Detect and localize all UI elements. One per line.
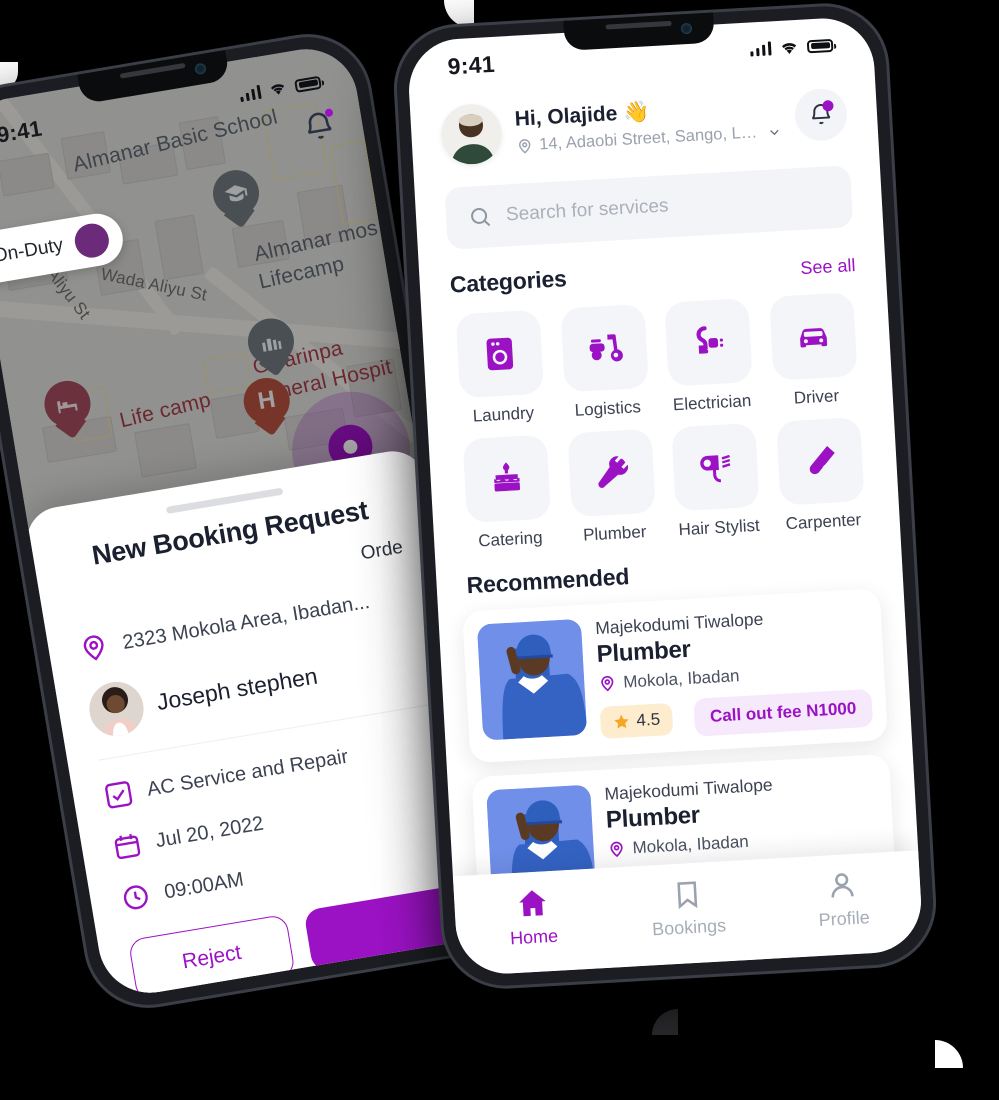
provider-meta: 4.5 Call out fee N1000 (599, 688, 874, 742)
front-camera (194, 62, 207, 76)
status-time: 9:41 (0, 115, 44, 148)
search-placeholder: Search for services (505, 195, 670, 226)
star-icon (614, 714, 629, 729)
search-icon (471, 207, 491, 227)
cellular-signal-icon (238, 84, 262, 103)
location-pin-icon (601, 675, 614, 692)
category-item-electrician[interactable]: Electrician (658, 298, 761, 416)
category-tile (455, 309, 545, 399)
notifications-button[interactable] (793, 87, 849, 143)
category-item-carpenter[interactable]: Carpenter (770, 417, 873, 535)
category-item-driver[interactable]: Driver (763, 292, 866, 410)
wrench-icon (598, 456, 628, 488)
category-label: Driver (793, 386, 840, 408)
mosque-pin[interactable] (244, 314, 299, 382)
hospital-pin[interactable]: H (240, 374, 295, 441)
notification-bell-icon[interactable] (300, 107, 339, 146)
category-item-hair-stylist[interactable]: Hair Stylist (665, 422, 768, 540)
category-tile (567, 428, 656, 518)
screenshot-stage: Almanar Basic School Almanar mos Lifecam… (0, 0, 999, 1100)
checkbox-icon (105, 781, 133, 809)
tab-bookings[interactable]: Bookings (610, 874, 767, 942)
tab-label: Profile (818, 907, 871, 931)
category-item-laundry[interactable]: Laundry (450, 309, 553, 427)
decorative-corner-shape (652, 1009, 678, 1035)
category-tile (560, 303, 649, 393)
category-item-plumber[interactable]: Plumber (561, 428, 664, 546)
location-pin-icon (519, 138, 531, 154)
chevron-down-icon (769, 129, 779, 135)
cake-icon (494, 462, 521, 492)
school-pin[interactable] (209, 166, 265, 234)
booking-date: Jul 20, 2022 (153, 811, 266, 852)
category-tile (462, 434, 552, 524)
status-icons (238, 75, 322, 103)
tab-profile[interactable]: Profile (765, 865, 922, 933)
rating-value: 4.5 (635, 709, 661, 730)
decorative-corner-shape (935, 1040, 963, 1068)
battery-icon (294, 75, 322, 93)
provider-photo (486, 784, 597, 877)
wifi-icon (781, 42, 797, 54)
provider-location: Mokola, Ibadan (622, 666, 740, 692)
category-tile (664, 298, 754, 387)
wave-icon: 👋 (622, 100, 651, 125)
battery-icon (806, 38, 834, 53)
avatar[interactable] (439, 102, 504, 166)
category-label: Electrician (672, 391, 752, 415)
status-badge: 4.5 (599, 702, 673, 739)
tab-label: Bookings (651, 915, 727, 940)
category-label: Laundry (472, 403, 535, 426)
calendar-icon (114, 833, 141, 860)
category-item-logistics[interactable]: Logistics (554, 303, 657, 422)
phone-mockup-right: 9:41 Hi, Olajide 👋 14, Adaobi Street, Sa… (393, 3, 937, 989)
tab-home[interactable]: Home (454, 882, 611, 952)
avatar (85, 677, 148, 741)
provider-info: Majekodumi Tiwalope Plumber Mokola, Ibad… (595, 603, 874, 742)
reject-button[interactable]: Reject (127, 913, 296, 1001)
list-item[interactable]: Majekodumi Tiwalope Plumber Mokola, Ibad… (462, 588, 888, 764)
washing-machine-icon (486, 337, 514, 371)
wifi-icon (270, 84, 285, 95)
scooter-icon (589, 334, 623, 362)
provider-location: Mokola, Ibadan (632, 831, 750, 858)
category-tile (768, 292, 858, 381)
right-phone-screen: 9:41 Hi, Olajide 👋 14, Adaobi Street, Sa… (406, 15, 924, 977)
provider-photo (476, 618, 588, 741)
recommended-list: Majekodumi Tiwalope Plumber Mokola, Ibad… (437, 575, 918, 877)
bookmark-icon (677, 881, 698, 910)
category-item-catering[interactable]: Catering (457, 434, 560, 552)
order-label: Orde (359, 536, 405, 565)
category-label: Logistics (574, 397, 642, 420)
on-duty-toggle-knob[interactable] (72, 221, 112, 261)
greeting-text: Hi, Olajide (514, 102, 618, 131)
home-icon (518, 890, 546, 917)
location-pin-icon (83, 635, 104, 661)
categories-grid: Laundry Logistics Electrician Driver Cat… (421, 274, 900, 554)
tab-label: Home (509, 925, 559, 949)
person-icon (831, 873, 855, 898)
plug-icon (696, 326, 724, 354)
saw-icon (809, 446, 835, 475)
on-duty-label: On-Duty (0, 234, 65, 267)
booking-service: AC Service and Repair (145, 745, 350, 801)
cellular-signal-icon (749, 41, 772, 57)
category-tile (775, 417, 865, 506)
sheet-grabber[interactable] (165, 487, 284, 514)
hotel-pin[interactable] (40, 377, 96, 444)
category-tile (671, 422, 760, 512)
status-time: 9:41 (446, 50, 496, 79)
call-out-fee-badge: Call out fee N1000 (693, 688, 874, 737)
hairdryer-icon (700, 454, 731, 483)
decorative-corner-shape (444, 0, 474, 28)
greeting-block: Hi, Olajide 👋 14, Adaobi Street, Sango, … (514, 93, 782, 156)
car-icon (799, 328, 827, 348)
status-icons (749, 37, 834, 57)
clock-icon (123, 885, 148, 910)
location-pin-icon (610, 841, 623, 858)
customer-name: Joseph stephen (154, 662, 320, 715)
booking-time: 09:00AM (162, 868, 246, 903)
